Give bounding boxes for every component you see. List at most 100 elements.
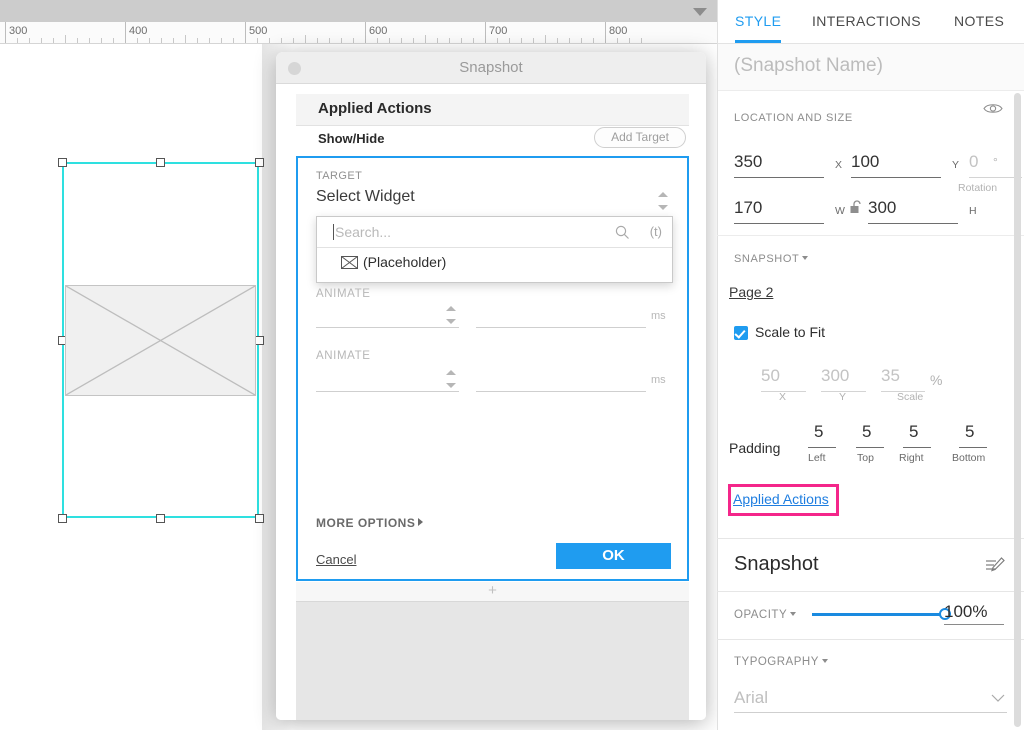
resize-handle-bottom-right[interactable] — [255, 514, 264, 523]
ruler-tick — [149, 38, 150, 43]
add-target-button[interactable]: Add Target — [594, 127, 686, 148]
ruler-tick — [53, 38, 54, 43]
dialog-title-bar[interactable]: Snapshot — [276, 52, 706, 84]
ruler-tick — [89, 38, 90, 43]
image-placeholder-widget[interactable] — [65, 285, 256, 396]
padding-right-value: 5 — [909, 422, 919, 441]
snapshot-x-input[interactable]: 50 — [761, 366, 806, 392]
animate-stepper-1-icon[interactable] — [446, 304, 458, 326]
ruler-tick — [629, 38, 630, 43]
snapshot-name-field[interactable]: (Snapshot Name) — [718, 44, 1024, 91]
ruler-tick — [113, 38, 114, 43]
ruler-tick — [17, 38, 18, 43]
snapshot-dialog[interactable]: Snapshot Applied Actions Show/Hide Add T… — [276, 52, 706, 720]
dropdown-list-item[interactable]: (Placeholder) — [317, 248, 672, 282]
ruler-tick — [509, 38, 510, 43]
chevron-down-icon[interactable] — [693, 8, 707, 16]
location-and-size-title: LOCATION AND SIZE — [734, 112, 853, 124]
scale-to-fit-checkbox[interactable] — [734, 326, 748, 340]
resize-handle-middle-right[interactable] — [255, 336, 264, 345]
padding-bottom-input[interactable]: 5 — [959, 422, 987, 448]
resize-handle-top-right[interactable] — [255, 158, 264, 167]
typography-label-text: TYPOGRAPHY — [734, 656, 819, 668]
snapshot-scale-input[interactable]: 35 — [881, 366, 925, 392]
dropdown-list-item-label: (Placeholder) — [363, 254, 447, 270]
ruler-tick — [257, 38, 258, 43]
ms-unit-2: ms — [651, 374, 666, 386]
height-input[interactable]: 300 — [868, 198, 958, 224]
resize-handle-bottom-left[interactable] — [58, 514, 67, 523]
opacity-label-text: OPACITY — [734, 609, 788, 621]
snapshot-page-link[interactable]: Page 2 — [729, 284, 773, 300]
style-edit-icon[interactable] — [985, 556, 1005, 576]
more-options-label: MORE OPTIONS — [316, 516, 416, 530]
action-ok-button[interactable]: OK — [556, 543, 671, 569]
ruler-tick — [125, 22, 126, 43]
chevron-down-icon[interactable] — [991, 694, 1005, 703]
padding-top-input[interactable]: 5 — [856, 422, 884, 448]
add-case-row[interactable]: + — [296, 582, 689, 602]
animate-easing-field-1[interactable] — [316, 306, 459, 328]
select-widget-dropdown[interactable]: Select Widget — [316, 188, 672, 212]
opacity-slider-track[interactable] — [812, 613, 945, 616]
ruler-tick — [377, 38, 378, 43]
ruler-label: 800 — [609, 25, 628, 37]
unlocked-padlock-icon[interactable] — [850, 200, 862, 214]
ruler-tick — [41, 38, 42, 43]
ruler-tick — [293, 38, 294, 43]
ruler-tick — [281, 38, 282, 43]
ruler-tick — [581, 38, 582, 43]
snapshot-name-placeholder: (Snapshot Name) — [734, 55, 883, 76]
caret-down-icon[interactable] — [790, 612, 797, 616]
inspector-scrollbar[interactable] — [1014, 93, 1021, 727]
animate-easing-field-2[interactable] — [316, 370, 459, 392]
image-placeholder-icon — [341, 256, 358, 269]
animate-stepper-2-icon[interactable] — [446, 368, 458, 390]
select-widget-value: Select Widget — [316, 188, 415, 205]
animate-duration-field-1[interactable] — [476, 306, 646, 328]
resize-handle-top-center[interactable] — [156, 158, 165, 167]
widget-dropdown-popup[interactable]: Search... (t) (Placeholder) — [316, 216, 673, 283]
ruler-tick — [197, 38, 198, 43]
applied-actions-link[interactable]: Applied Actions — [733, 491, 829, 507]
width-value: 170 — [734, 198, 763, 217]
y-position-input[interactable]: 100 — [851, 152, 941, 178]
rotation-label: Rotation — [958, 182, 998, 194]
x-position-value: 350 — [734, 152, 763, 171]
ruler-label: 500 — [249, 25, 268, 37]
ruler-tick — [389, 38, 390, 43]
font-family-select[interactable]: Arial — [734, 688, 1007, 713]
padding-bottom-label: Bottom — [952, 452, 986, 464]
stepper-up-down-icon[interactable] — [658, 190, 670, 212]
resize-handle-bottom-center[interactable] — [156, 514, 165, 523]
tab-style[interactable]: STYLE — [735, 13, 782, 43]
snapshot-y-input[interactable]: 300 — [821, 366, 866, 392]
ruler-tick — [317, 38, 318, 43]
more-options-toggle[interactable]: MORE OPTIONS — [316, 516, 424, 530]
width-input[interactable]: 170 — [734, 198, 824, 224]
padding-left-input[interactable]: 5 — [808, 422, 836, 448]
opacity-value-input[interactable]: 100% — [944, 602, 1004, 625]
x-position-input[interactable]: 350 — [734, 152, 824, 178]
tab-notes[interactable]: NOTES — [954, 13, 1004, 29]
padding-bottom-value: 5 — [965, 422, 975, 441]
applied-actions-header-label: Applied Actions — [318, 100, 432, 117]
ruler-tick — [401, 38, 402, 43]
tab-interactions[interactable]: INTERACTIONS — [812, 13, 921, 29]
dropdown-search-row[interactable]: Search... (t) — [317, 217, 672, 248]
eye-icon[interactable] — [983, 102, 1003, 115]
padding-right-input[interactable]: 5 — [903, 422, 931, 448]
action-cancel-link[interactable]: Cancel — [316, 552, 356, 567]
snapshot-scale-label: Scale — [897, 391, 924, 403]
ruler-tick — [569, 38, 570, 43]
resize-handle-top-left[interactable] — [58, 158, 67, 167]
rotation-degree-symbol: ° — [993, 155, 998, 169]
snapshot-scale-percent: % — [930, 372, 943, 388]
caret-down-icon[interactable] — [802, 256, 809, 260]
animate-duration-field-2[interactable] — [476, 370, 646, 392]
ruler-tick — [605, 22, 606, 43]
ruler-tick — [485, 22, 486, 43]
caret-down-icon[interactable] — [821, 659, 828, 663]
search-icon[interactable] — [615, 225, 630, 240]
ms-unit-1: ms — [651, 310, 666, 322]
